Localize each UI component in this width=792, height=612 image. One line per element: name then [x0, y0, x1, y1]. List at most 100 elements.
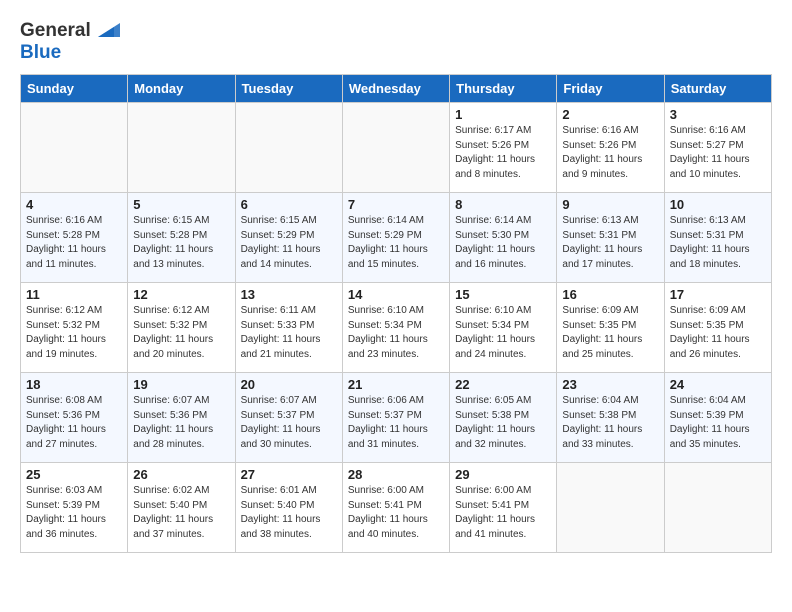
calendar-header-friday: Friday	[557, 75, 664, 103]
day-number: 1	[455, 107, 551, 122]
calendar-day-cell: 2 Sunrise: 6:16 AMSunset: 5:26 PMDaylight…	[557, 103, 664, 193]
day-number: 25	[26, 467, 122, 482]
day-number: 18	[26, 377, 122, 392]
day-number: 10	[670, 197, 766, 212]
calendar-day-cell: 8 Sunrise: 6:14 AMSunset: 5:30 PMDaylight…	[450, 193, 557, 283]
day-info: Sunrise: 6:11 AMSunset: 5:33 PMDaylight:…	[241, 304, 337, 362]
day-info: Sunrise: 6:07 AMSunset: 5:36 PMDaylight:…	[133, 394, 229, 452]
calendar-day-cell: 17 Sunrise: 6:09 AMSunset: 5:35 PMDayligh…	[664, 283, 771, 373]
calendar-day-cell: 9 Sunrise: 6:13 AMSunset: 5:31 PMDaylight…	[557, 193, 664, 283]
calendar-header-tuesday: Tuesday	[235, 75, 342, 103]
calendar-day-cell	[557, 463, 664, 553]
day-number: 24	[670, 377, 766, 392]
day-number: 17	[670, 287, 766, 302]
calendar-day-cell: 29Sunrise: 6:00 AMSunset: 5:41 PMDayligh…	[450, 463, 557, 553]
calendar-day-cell: 5 Sunrise: 6:15 AMSunset: 5:28 PMDaylight…	[128, 193, 235, 283]
day-number: 5	[133, 197, 229, 212]
calendar-header-wednesday: Wednesday	[342, 75, 449, 103]
day-number: 19	[133, 377, 229, 392]
calendar-day-cell: 26Sunrise: 6:02 AMSunset: 5:40 PMDayligh…	[128, 463, 235, 553]
day-number: 20	[241, 377, 337, 392]
day-number: 22	[455, 377, 551, 392]
day-info: Sunrise: 6:01 AMSunset: 5:40 PMDaylight:…	[241, 484, 337, 542]
logo-general: General	[20, 20, 120, 42]
day-info: Sunrise: 6:16 AMSunset: 5:28 PMDaylight:…	[26, 214, 122, 272]
day-info: Sunrise: 6:12 AMSunset: 5:32 PMDaylight:…	[133, 304, 229, 362]
calendar-day-cell: 4 Sunrise: 6:16 AMSunset: 5:28 PMDaylight…	[21, 193, 128, 283]
calendar-day-cell: 21 Sunrise: 6:06 AMSunset: 5:37 PMDayligh…	[342, 373, 449, 463]
day-info: Sunrise: 6:10 AMSunset: 5:34 PMDaylight:…	[455, 304, 551, 362]
day-number: 28	[348, 467, 444, 482]
calendar-day-cell: 23 Sunrise: 6:04 AMSunset: 5:38 PMDayligh…	[557, 373, 664, 463]
day-info: Sunrise: 6:04 AMSunset: 5:39 PMDaylight:…	[670, 394, 766, 452]
logo-blue: Blue	[20, 42, 120, 64]
calendar-header-saturday: Saturday	[664, 75, 771, 103]
calendar-header-thursday: Thursday	[450, 75, 557, 103]
day-info: Sunrise: 6:10 AMSunset: 5:34 PMDaylight:…	[348, 304, 444, 362]
day-number: 16	[562, 287, 658, 302]
calendar-day-cell: 20 Sunrise: 6:07 AMSunset: 5:37 PMDayligh…	[235, 373, 342, 463]
calendar-day-cell: 24 Sunrise: 6:04 AMSunset: 5:39 PMDayligh…	[664, 373, 771, 463]
day-number: 13	[241, 287, 337, 302]
calendar-day-cell: 28 Sunrise: 6:00 AMSunset: 5:41 PMDayligh…	[342, 463, 449, 553]
calendar-day-cell: 15 Sunrise: 6:10 AMSunset: 5:34 PMDayligh…	[450, 283, 557, 373]
day-info: Sunrise: 6:16 AMSunset: 5:27 PMDaylight:…	[670, 124, 766, 182]
calendar-day-cell: 11 Sunrise: 6:12 AMSunset: 5:32 PMDayligh…	[21, 283, 128, 373]
calendar-day-cell: 13 Sunrise: 6:11 AMSunset: 5:33 PMDayligh…	[235, 283, 342, 373]
calendar-day-cell: 19 Sunrise: 6:07 AMSunset: 5:36 PMDayligh…	[128, 373, 235, 463]
day-number: 7	[348, 197, 444, 212]
day-info: Sunrise: 6:15 AMSunset: 5:28 PMDaylight:…	[133, 214, 229, 272]
calendar-day-cell: 22 Sunrise: 6:05 AMSunset: 5:38 PMDayligh…	[450, 373, 557, 463]
day-info: Sunrise: 6:16 AMSunset: 5:26 PMDaylight:…	[562, 124, 658, 182]
day-number: 2	[562, 107, 658, 122]
day-info: Sunrise: 6:14 AMSunset: 5:29 PMDaylight:…	[348, 214, 444, 272]
calendar-day-cell: 14 Sunrise: 6:10 AMSunset: 5:34 PMDayligh…	[342, 283, 449, 373]
calendar-day-cell	[21, 103, 128, 193]
day-number: 15	[455, 287, 551, 302]
day-info: Sunrise: 6:00 AMSunset: 5:41 PMDaylight:…	[455, 484, 551, 542]
day-number: 3	[670, 107, 766, 122]
day-info: Sunrise: 6:03 AMSunset: 5:39 PMDaylight:…	[26, 484, 122, 542]
day-number: 12	[133, 287, 229, 302]
calendar-week-row: 4 Sunrise: 6:16 AMSunset: 5:28 PMDaylight…	[21, 193, 772, 283]
logo: General Blue	[20, 20, 120, 64]
calendar-day-cell	[235, 103, 342, 193]
calendar-day-cell: 25 Sunrise: 6:03 AMSunset: 5:39 PMDayligh…	[21, 463, 128, 553]
calendar-week-row: 18 Sunrise: 6:08 AMSunset: 5:36 PMDayligh…	[21, 373, 772, 463]
calendar-day-cell	[342, 103, 449, 193]
calendar-day-cell	[128, 103, 235, 193]
day-info: Sunrise: 6:12 AMSunset: 5:32 PMDaylight:…	[26, 304, 122, 362]
day-number: 9	[562, 197, 658, 212]
day-info: Sunrise: 6:05 AMSunset: 5:38 PMDaylight:…	[455, 394, 551, 452]
calendar-table: SundayMondayTuesdayWednesdayThursdayFrid…	[20, 74, 772, 553]
day-info: Sunrise: 6:00 AMSunset: 5:41 PMDaylight:…	[348, 484, 444, 542]
day-number: 14	[348, 287, 444, 302]
day-info: Sunrise: 6:13 AMSunset: 5:31 PMDaylight:…	[562, 214, 658, 272]
day-number: 21	[348, 377, 444, 392]
logo-wing-icon	[98, 23, 120, 39]
day-number: 8	[455, 197, 551, 212]
day-info: Sunrise: 6:09 AMSunset: 5:35 PMDaylight:…	[562, 304, 658, 362]
day-info: Sunrise: 6:08 AMSunset: 5:36 PMDaylight:…	[26, 394, 122, 452]
day-number: 11	[26, 287, 122, 302]
calendar-day-cell: 6Sunrise: 6:15 AMSunset: 5:29 PMDaylight…	[235, 193, 342, 283]
day-info: Sunrise: 6:07 AMSunset: 5:37 PMDaylight:…	[241, 394, 337, 452]
calendar-day-cell: 12 Sunrise: 6:12 AMSunset: 5:32 PMDayligh…	[128, 283, 235, 373]
calendar-day-cell: 16 Sunrise: 6:09 AMSunset: 5:35 PMDayligh…	[557, 283, 664, 373]
day-number: 23	[562, 377, 658, 392]
calendar-header-sunday: Sunday	[21, 75, 128, 103]
day-info: Sunrise: 6:17 AMSunset: 5:26 PMDaylight:…	[455, 124, 551, 182]
day-info: Sunrise: 6:14 AMSunset: 5:30 PMDaylight:…	[455, 214, 551, 272]
day-info: Sunrise: 6:09 AMSunset: 5:35 PMDaylight:…	[670, 304, 766, 362]
calendar-day-cell: 7 Sunrise: 6:14 AMSunset: 5:29 PMDaylight…	[342, 193, 449, 283]
page-header: General Blue	[20, 20, 772, 64]
day-number: 6	[241, 197, 337, 212]
day-number: 27	[241, 467, 337, 482]
day-info: Sunrise: 6:06 AMSunset: 5:37 PMDaylight:…	[348, 394, 444, 452]
calendar-week-row: 11 Sunrise: 6:12 AMSunset: 5:32 PMDayligh…	[21, 283, 772, 373]
calendar-header-row: SundayMondayTuesdayWednesdayThursdayFrid…	[21, 75, 772, 103]
day-info: Sunrise: 6:04 AMSunset: 5:38 PMDaylight:…	[562, 394, 658, 452]
calendar-day-cell: 18 Sunrise: 6:08 AMSunset: 5:36 PMDayligh…	[21, 373, 128, 463]
day-number: 4	[26, 197, 122, 212]
calendar-day-cell: 27 Sunrise: 6:01 AMSunset: 5:40 PMDayligh…	[235, 463, 342, 553]
